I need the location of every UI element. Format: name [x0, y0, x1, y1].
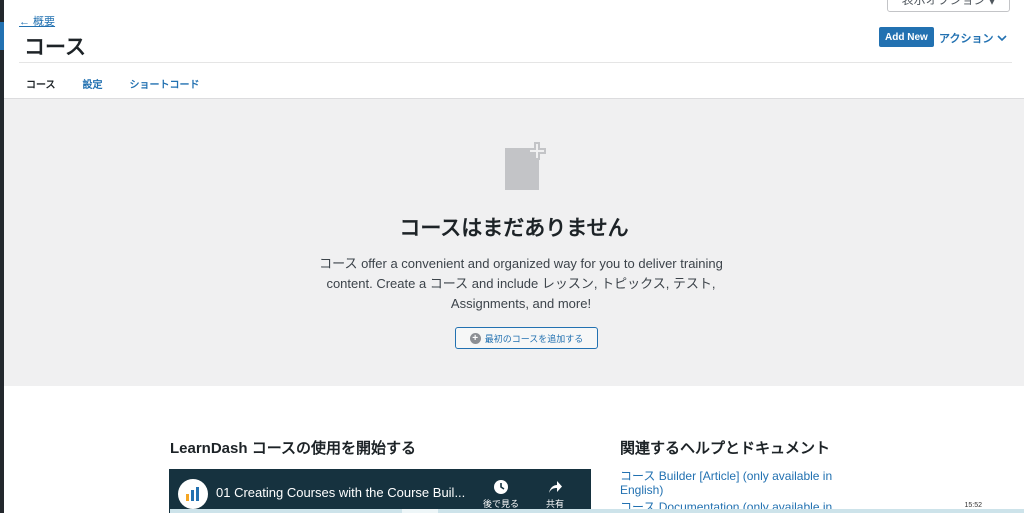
related-help-heading: 関連するヘルプとドキュメント	[620, 440, 831, 457]
related-link-course-builder[interactable]: コース Builder [Article] (only available in…	[620, 469, 850, 497]
back-link[interactable]: ← 概要	[19, 13, 55, 29]
header-divider	[19, 62, 1012, 63]
add-new-button[interactable]: Add New	[879, 27, 934, 47]
share-label: 共有	[545, 499, 564, 509]
page-title: コース	[24, 36, 86, 59]
empty-state-title: コースはまだありません	[399, 217, 629, 240]
clock-icon	[494, 480, 508, 494]
chevron-down-icon	[997, 35, 1008, 42]
add-first-course-label: 最初のコースを追加する	[484, 333, 584, 344]
sidebar-active-indicator	[0, 22, 4, 50]
chevron-down-icon: ▾	[985, 0, 995, 8]
taskbar-strip: 15:52	[170, 502, 1024, 513]
video-embed[interactable]: 01 Creating Courses with the Course Buil…	[169, 469, 591, 513]
actions-dropdown[interactable]: アクション	[939, 30, 1008, 46]
share-button[interactable]: 共有	[535, 479, 575, 510]
video-title[interactable]: 01 Creating Courses with the Course Buil…	[216, 485, 465, 500]
add-document-icon	[505, 142, 546, 190]
screen-options-label: 表示オプション	[901, 0, 986, 7]
taskbar-clock: 15:52	[964, 502, 982, 509]
get-started-heading: LearnDash コースの使用を開始する	[170, 440, 416, 457]
watch-later-label: 後で見る	[482, 499, 519, 509]
actions-label: アクション	[939, 33, 994, 45]
channel-logo-icon	[178, 479, 208, 509]
share-icon	[549, 481, 562, 493]
watch-later-button[interactable]: 後で見る	[481, 479, 521, 510]
taskbar-segment	[402, 509, 438, 513]
add-first-course-button[interactable]: + 最初のコースを追加する	[455, 327, 598, 349]
empty-state-description: コース offer a convenient and organized way…	[319, 256, 723, 311]
plus-circle-icon: +	[469, 332, 481, 344]
screen-options-button[interactable]: 表示オプション ▾	[886, 0, 1010, 12]
empty-state-panel: コースはまだありません コース offer a convenient and o…	[4, 98, 1024, 386]
